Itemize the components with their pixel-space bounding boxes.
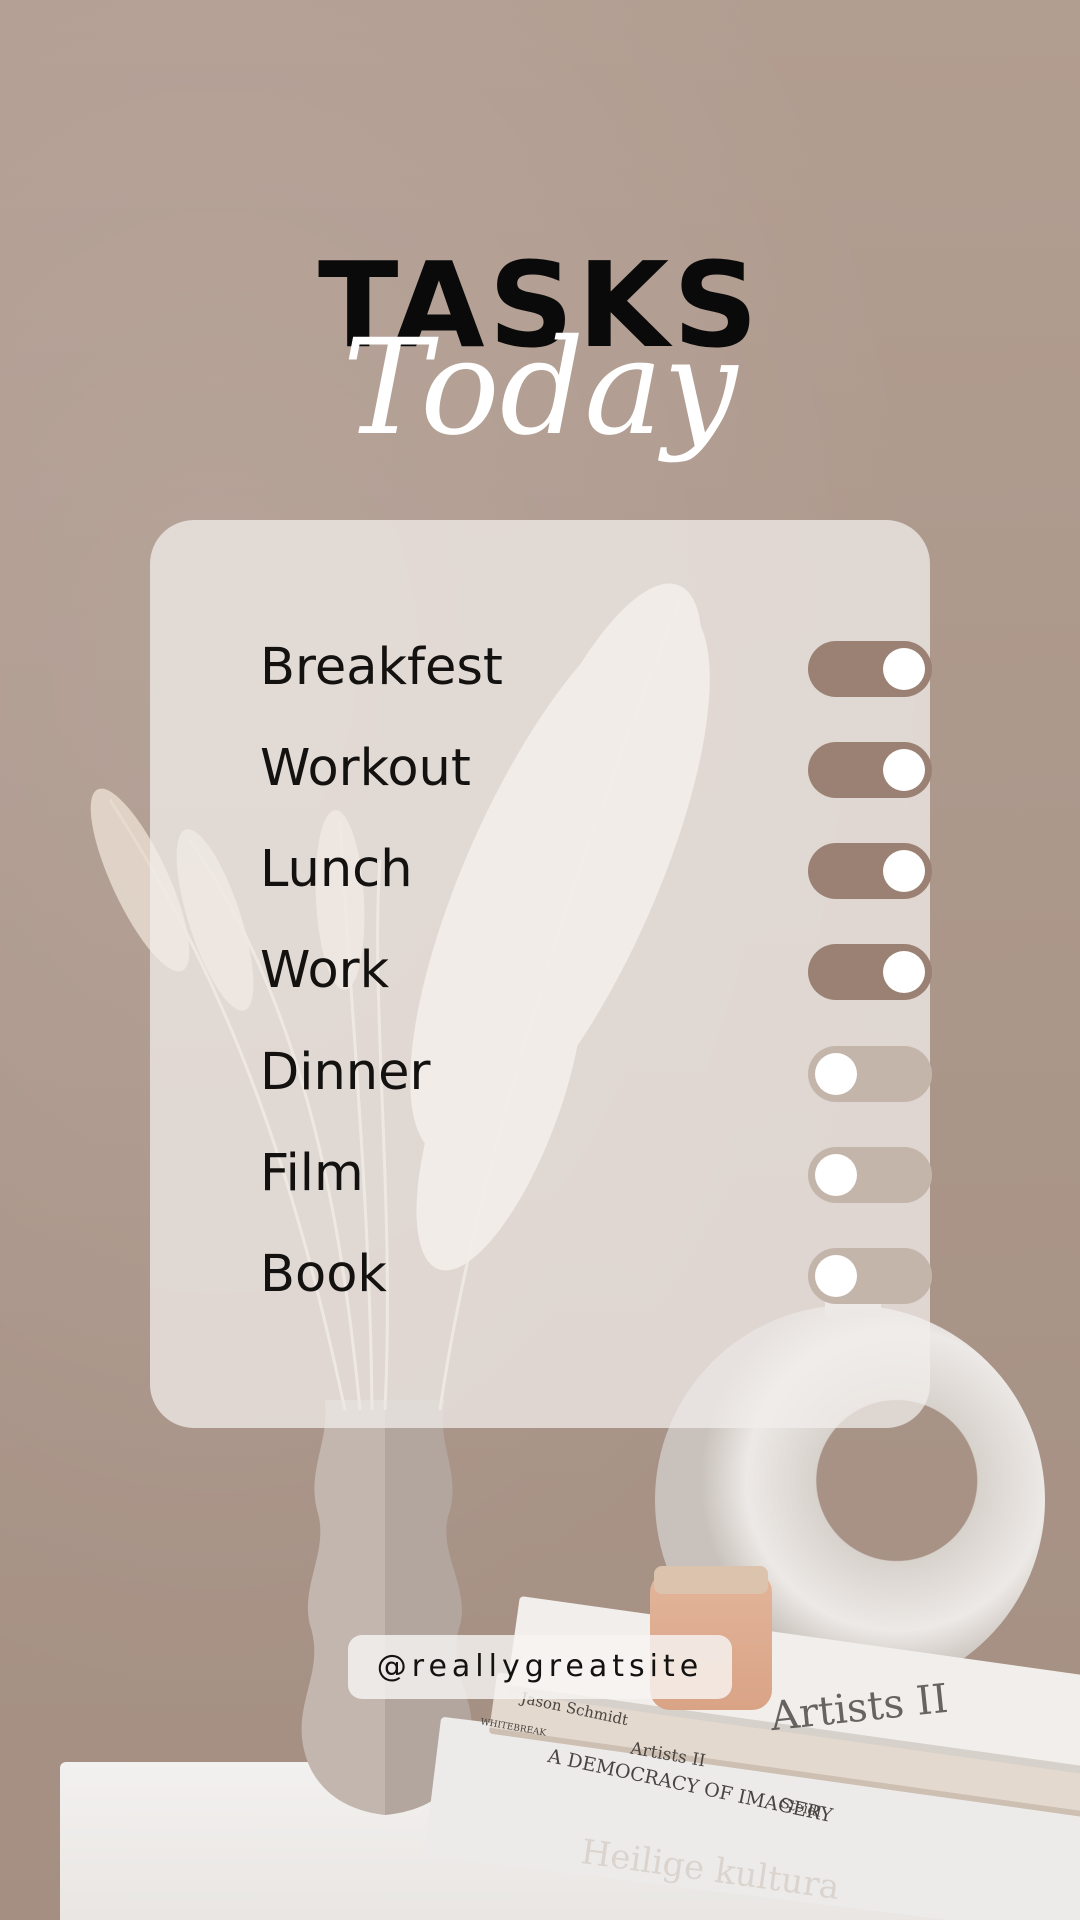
task-toggle[interactable] <box>808 1147 932 1203</box>
task-row: Breakfest <box>260 638 932 698</box>
task-label: Workout <box>260 739 471 798</box>
task-row: Workout <box>260 739 932 799</box>
tasks-card: Breakfest Workout Lunch Work Dinner Film… <box>150 520 932 1428</box>
task-toggle[interactable] <box>808 843 932 899</box>
task-label: Work <box>260 941 390 1000</box>
task-toggle[interactable] <box>808 1248 932 1304</box>
task-toggle[interactable] <box>808 1046 932 1102</box>
task-toggle[interactable] <box>808 641 932 697</box>
task-row: Book <box>260 1245 932 1305</box>
task-row: Dinner <box>260 1043 932 1103</box>
toggle-knob <box>815 1255 857 1297</box>
page-subtitle: Today <box>342 311 738 465</box>
task-toggle[interactable] <box>808 742 932 798</box>
task-label: Book <box>260 1245 387 1304</box>
task-toggle[interactable] <box>808 944 932 1000</box>
toggle-knob <box>883 951 925 993</box>
task-label: Film <box>260 1144 364 1203</box>
task-label: Breakfest <box>260 638 503 697</box>
toggle-knob <box>815 1053 857 1095</box>
task-row: Film <box>260 1144 932 1204</box>
task-row: Lunch <box>260 840 932 900</box>
task-label: Dinner <box>260 1043 431 1102</box>
toggle-knob <box>815 1154 857 1196</box>
toggle-knob <box>883 749 925 791</box>
social-handle[interactable]: @reallygreatsite <box>348 1635 732 1699</box>
toggle-knob <box>883 648 925 690</box>
toggle-knob <box>883 850 925 892</box>
task-label: Lunch <box>260 840 413 899</box>
task-row: Work <box>260 941 932 1001</box>
